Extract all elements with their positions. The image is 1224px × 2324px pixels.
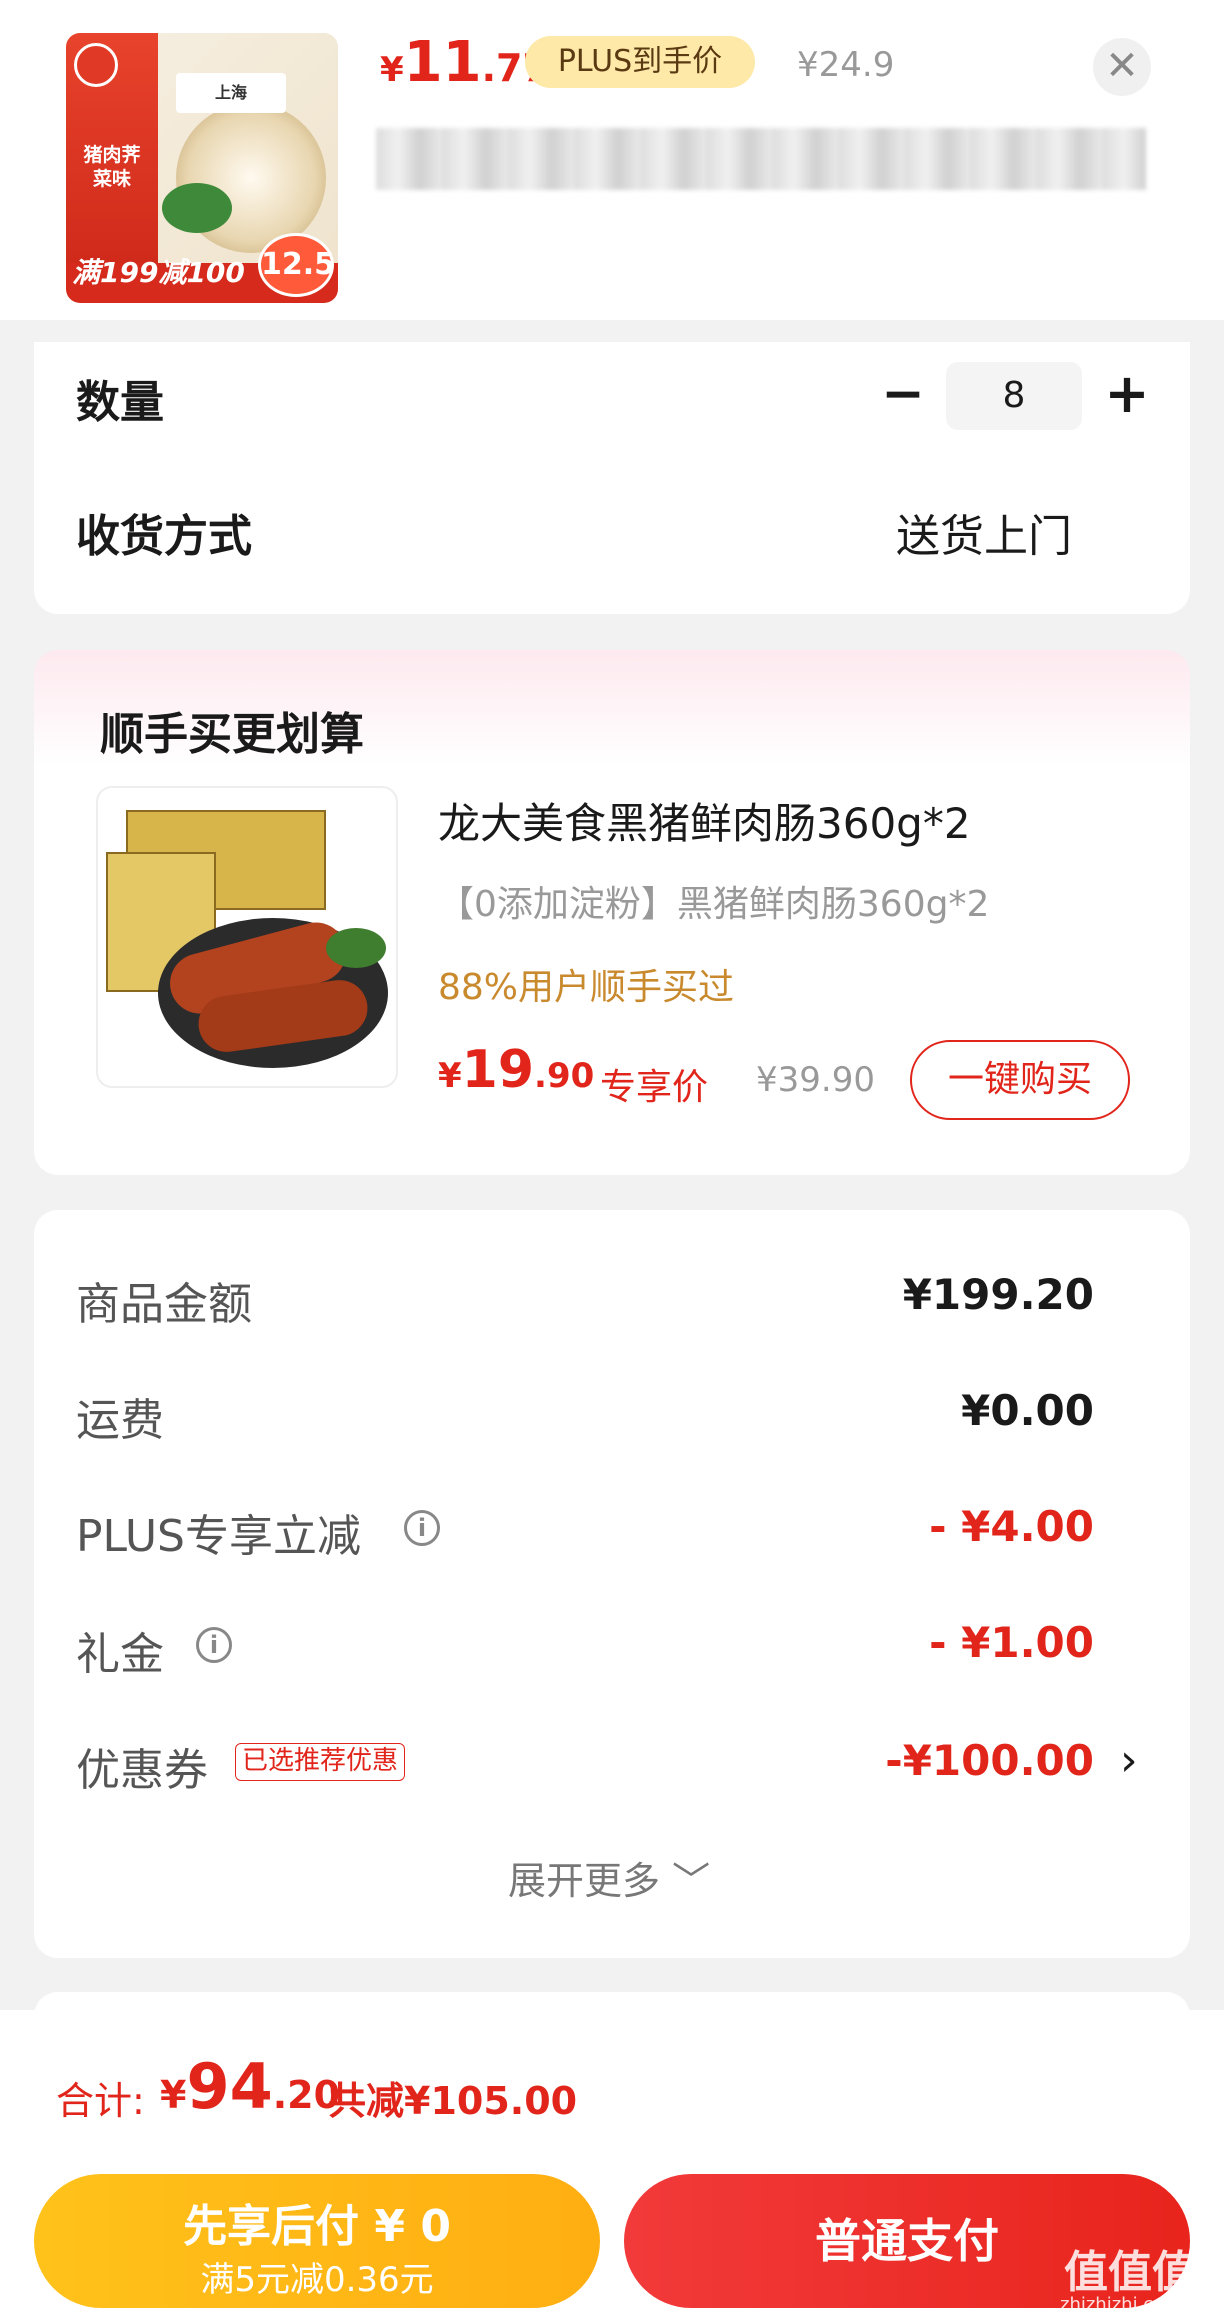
watermark-logo: 值值值 [1064,2247,1196,2298]
greens-image [162,183,232,233]
price-currency: ¥ [380,50,404,90]
info-icon[interactable]: i [196,1627,232,1663]
total-price: ¥94.20 [160,2050,340,2123]
addon-section-title: 顺手买更划算 [100,709,364,760]
total-integer: 94 [186,2050,273,2123]
gift-money-value: - ¥1.00 [929,1618,1094,1667]
pay-later-button[interactable]: 先享后付 ¥ 0 满5元减0.36元 [34,2174,600,2308]
addon-exclusive-label: 专享价 [600,1067,709,1108]
quantity-input[interactable]: 8 [946,362,1082,430]
quantity-label: 数量 [76,377,164,428]
total-currency: ¥ [160,2073,187,2117]
quantity-increase-button[interactable]: + [1102,364,1152,424]
watermark-url: zhizhizhi.com [1060,2294,1182,2315]
coupon-selected-tag: 已选推荐优惠 [235,1743,406,1781]
total-label: 合计: [56,2079,145,2123]
delivery-label: 收货方式 [76,511,252,562]
thumb-brand-box: 上海 [176,73,286,113]
product-thumbnail[interactable]: 猪肉荠菜味 上海 满199减100 12.5 [66,33,338,303]
info-icon[interactable]: i [404,1510,440,1546]
subtotal-label: 商品金额 [76,1279,252,1330]
coupon-label: 优惠券 [76,1745,208,1796]
plus-price-tag: PLUS到手价 [525,36,755,88]
quantity-decrease-button[interactable]: − [880,366,926,426]
delivery-method-value[interactable]: 送货上门 [896,500,1072,564]
shipping-value: ¥0.00 [961,1386,1094,1435]
pay-later-title: 先享后付 ¥ 0 [183,2201,451,2252]
addon-product-desc: 【0添加淀粉】黑猪鲜肉肠360g*2 [438,884,990,925]
thumb-promo-text: 满199减100 [72,256,245,289]
coupon-value[interactable]: -¥100.00 [885,1736,1094,1785]
addon-price: ¥19.90 [438,1040,594,1100]
total-saved: 共减¥105.00 [328,2079,578,2123]
thumb-flavor-text: 猪肉荠菜味 [83,144,141,190]
chevron-right-icon[interactable]: › [1120,1735,1138,1786]
addon-original-price: ¥39.90 [756,1060,875,1100]
original-price: ¥24.9 [797,45,895,85]
addon-price-currency: ¥ [438,1056,462,1096]
one-click-buy-button[interactable]: 一键购买 [910,1040,1130,1120]
addon-price-decimal: .90 [534,1056,595,1096]
addon-product-name[interactable]: 龙大美食黑猪鲜肉肠360g*2 [438,790,971,851]
shipping-label: 运费 [76,1395,164,1446]
brand-logo-icon [74,43,118,87]
plus-discount-value: - ¥4.00 [929,1502,1094,1551]
pay-later-subtitle: 满5元减0.36元 [200,2260,434,2300]
addon-social-proof: 88%用户顺手买过 [438,967,735,1008]
plus-discount-label: PLUS专享立减 [76,1511,361,1562]
gift-money-label: 礼金 [76,1629,164,1680]
subtotal-value: ¥199.20 [902,1270,1094,1319]
addon-product-image[interactable] [96,786,398,1088]
close-button[interactable]: ✕ [1093,38,1151,96]
thumb-price-badge: 12.5 [258,233,335,297]
product-price: ¥11.77 [380,30,549,95]
close-icon: ✕ [1105,43,1139,89]
blurred-product-title [376,128,1146,190]
expand-more-link[interactable]: 展开更多 ﹀ [508,1850,710,1905]
addon-price-integer: 19 [461,1040,535,1100]
leaf-image [326,928,386,968]
price-integer: 11 [403,30,482,95]
